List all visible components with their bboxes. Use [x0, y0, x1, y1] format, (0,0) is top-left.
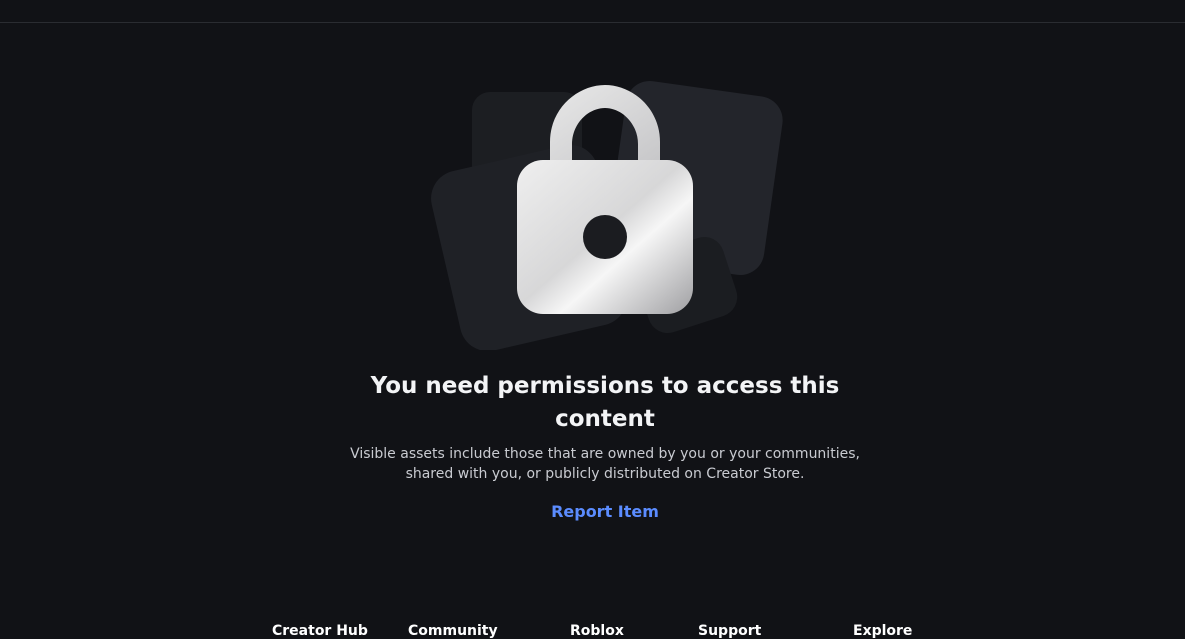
page-title: You need permissions to access this cont…: [370, 373, 840, 432]
footer-link-explore[interactable]: Explore: [853, 623, 912, 639]
permission-illustration: [430, 80, 790, 352]
footer-navigation: Creator Hub Community Roblox Support Exp…: [0, 622, 1185, 639]
footer-link-roblox[interactable]: Roblox: [570, 623, 624, 639]
lock-illustration: [431, 80, 783, 352]
permission-description: Visible assets include those that are ow…: [350, 446, 860, 482]
footer-link-community[interactable]: Community: [408, 623, 498, 639]
footer-link-support[interactable]: Support: [698, 623, 761, 639]
top-navigation-bar: [0, 0, 1185, 23]
report-item-link[interactable]: Report Item: [505, 502, 705, 521]
footer-link-creator-hub[interactable]: Creator Hub: [272, 623, 368, 639]
